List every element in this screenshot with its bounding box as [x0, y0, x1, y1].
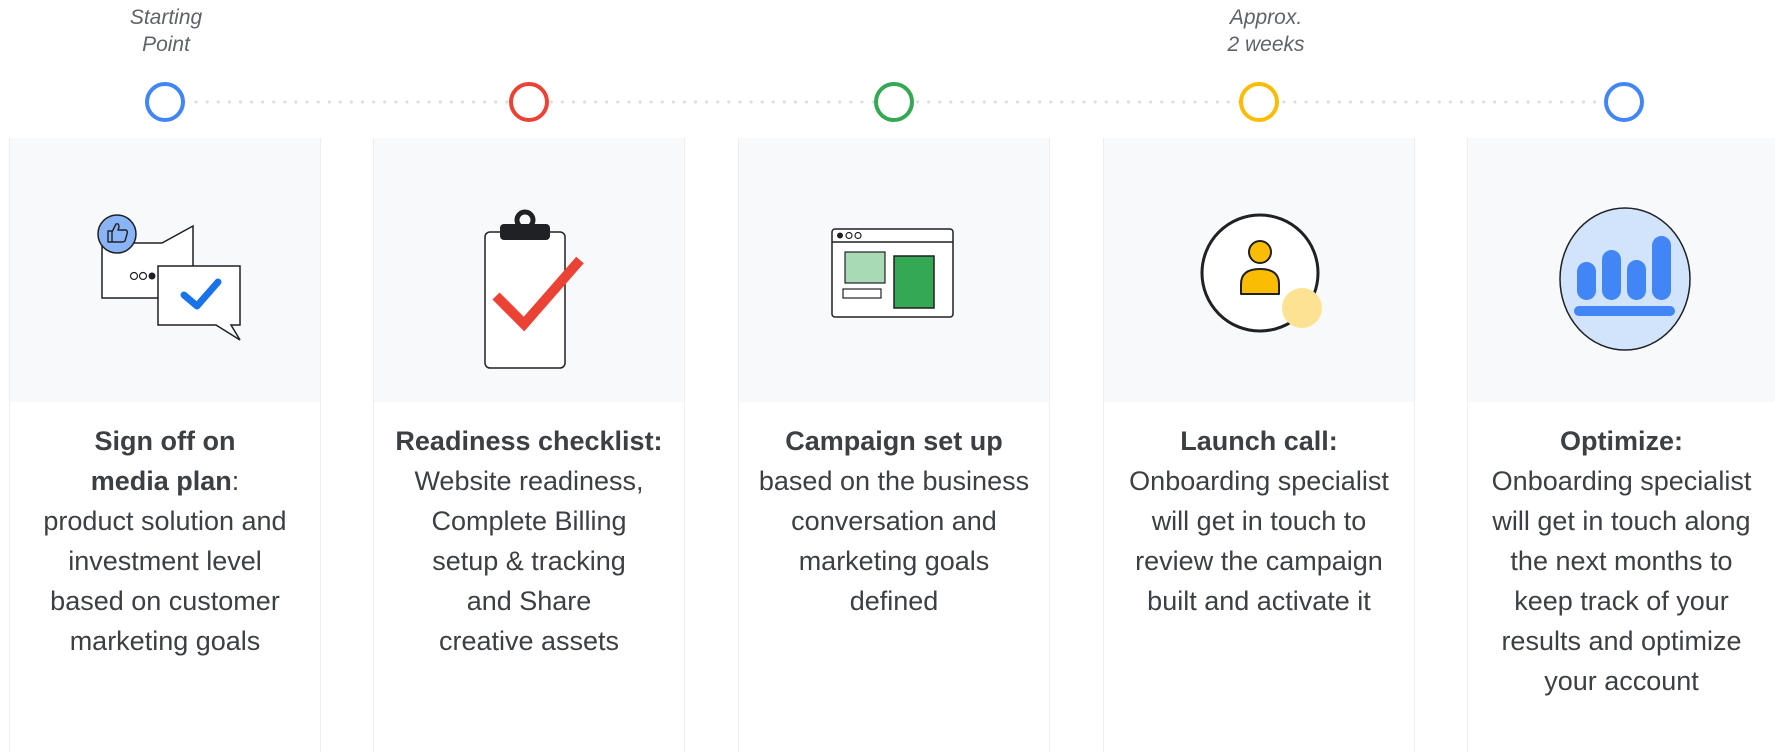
step-circle-sign-off	[145, 82, 185, 122]
browser-window-icon	[831, 228, 954, 318]
card-line: results and optimize	[1501, 626, 1742, 656]
step-circle-optimize	[1604, 82, 1644, 122]
card-title: Campaign set up	[785, 426, 1003, 456]
card-line: based on the business	[758, 466, 1030, 496]
card-line: product solution and	[43, 506, 287, 536]
card-illustration-area	[739, 138, 1049, 402]
starting-point-marker: Starting Point	[66, 4, 266, 58]
card-line: Onboarding specialist	[1129, 466, 1389, 496]
marker-line: Starting	[129, 6, 203, 29]
card-title-line: Launch call:	[1104, 421, 1414, 461]
card-title-line: media plan:	[10, 461, 320, 501]
card-title: media plan	[90, 466, 232, 496]
marker-line: Approx.	[1229, 6, 1303, 29]
chat-approval-icon	[97, 214, 241, 341]
card-illustration-area	[374, 138, 684, 402]
card-line: Complete Billing	[431, 506, 627, 536]
card-illustration-area	[1468, 138, 1775, 402]
step-circle-campaign	[874, 82, 914, 122]
card-line: built and activate it	[1147, 586, 1371, 616]
card-line: defined	[849, 586, 939, 616]
card-illustration-area	[1104, 138, 1414, 402]
bar-chart-icon	[1559, 207, 1691, 351]
title-suffix: :	[231, 466, 240, 496]
timeline	[145, 82, 1644, 122]
card-line: Onboarding specialist	[1491, 466, 1752, 496]
card-title: Readiness checklist:	[395, 426, 663, 456]
card-line: the next months to	[1510, 546, 1733, 576]
card-line: marketing goals	[798, 546, 990, 576]
card-description: Launch call: Onboarding specialist will …	[1104, 421, 1414, 621]
card-line: creative assets	[438, 626, 620, 656]
card-line: will get in touch along	[1492, 506, 1751, 536]
card-line: conversation and	[791, 506, 997, 536]
card-line: and Share	[466, 586, 592, 616]
card-title-line: Campaign set up	[739, 421, 1049, 461]
marker-line: Point	[142, 33, 190, 56]
card-line: your account	[1544, 666, 1699, 696]
card-line: will get in touch to	[1151, 506, 1367, 536]
marker-line: 2 weeks	[1227, 33, 1305, 56]
card-description: Optimize: Onboarding specialist will get…	[1468, 421, 1775, 701]
clipboard-check-icon	[484, 209, 584, 369]
card-description: Campaign set up based on the business co…	[739, 421, 1049, 621]
card-description: Readiness checklist: Website readiness, …	[374, 421, 684, 661]
card-description: Sign off on media plan: product solution…	[10, 421, 320, 661]
card-line: setup & tracking	[432, 546, 626, 576]
step-circle-launch	[1239, 82, 1279, 122]
person-circle-icon	[1200, 213, 1322, 333]
card-line: investment level	[68, 546, 262, 576]
step-circle-readiness	[509, 82, 549, 122]
step-card-campaign: Campaign set up based on the business co…	[738, 138, 1050, 752]
card-line: keep track of your	[1514, 586, 1729, 616]
card-title-line: Optimize:	[1468, 421, 1775, 461]
step-card-launch: Launch call: Onboarding specialist will …	[1103, 138, 1415, 752]
card-line: review the campaign	[1135, 546, 1383, 576]
step-card-sign-off: Sign off on media plan: product solution…	[9, 138, 321, 752]
card-line: based on customer	[50, 586, 280, 616]
card-illustration-area	[10, 138, 320, 402]
card-line: Website readiness,	[414, 466, 644, 496]
step-card-readiness: Readiness checklist: Website readiness, …	[373, 138, 685, 752]
card-title: Launch call:	[1180, 426, 1338, 456]
card-title-line: Readiness checklist:	[374, 421, 684, 461]
step-card-optimize: Optimize: Onboarding specialist will get…	[1467, 138, 1775, 752]
card-title: Optimize:	[1559, 426, 1683, 456]
card-title: Sign off on	[94, 426, 236, 456]
card-line: marketing goals	[69, 626, 261, 656]
approx-duration-marker: Approx. 2 weeks	[1166, 4, 1366, 58]
card-title-line: Sign off on	[10, 421, 320, 461]
